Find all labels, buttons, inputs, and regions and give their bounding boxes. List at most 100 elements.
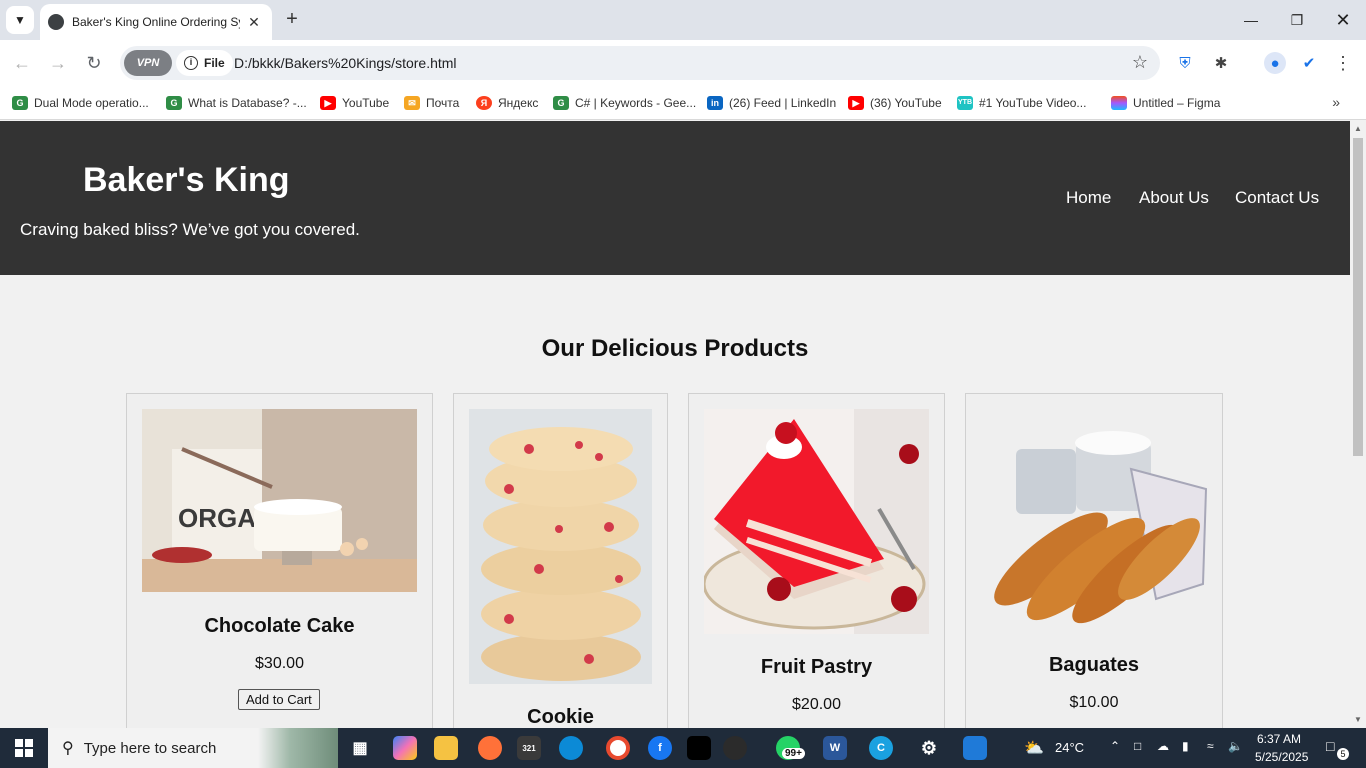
bookmark-item[interactable]: Untitled – Figma: [1111, 93, 1220, 113]
product-card: Fruit Pastry $20.00: [688, 393, 945, 728]
forward-button[interactable]: →: [44, 49, 72, 77]
notification-count: 5: [1337, 748, 1349, 760]
weather-temp[interactable]: 24°C: [1055, 740, 1084, 755]
nav-contact-link[interactable]: Contact Us: [1235, 188, 1319, 208]
site-tagline: Craving baked bliss? We’ve got you cover…: [20, 220, 360, 239]
site-info-chip[interactable]: i File: [176, 50, 233, 76]
taskbar-search-box[interactable]: ⚲ Type here to search: [48, 728, 338, 768]
back-button[interactable]: ←: [8, 49, 36, 77]
bookmark-star-icon[interactable]: ☆: [1132, 52, 1148, 73]
minimize-button[interactable]: —: [1228, 0, 1274, 40]
gfg-icon: G: [166, 96, 182, 110]
url-text[interactable]: D:/bkkk/Bakers%20Kings/store.html: [234, 55, 457, 71]
copilot-icon[interactable]: [393, 736, 417, 760]
site-header: Baker's King Craving baked bliss? We’ve …: [0, 121, 1350, 275]
add-to-cart-button[interactable]: Add to Cart: [238, 689, 320, 710]
cake-photo: ORGA: [142, 409, 417, 592]
yandex-icon: Я: [476, 96, 492, 110]
product-price: $30.00: [255, 655, 304, 672]
tray-chevron-up-icon[interactable]: ⌃: [1110, 739, 1120, 753]
canva-icon[interactable]: C: [869, 736, 893, 760]
bookmarks-bar: G Dual Mode operatio... G What is Databa…: [0, 86, 1366, 120]
info-icon: i: [184, 56, 198, 70]
close-tab-icon[interactable]: ✕: [246, 14, 262, 31]
bookmark-item[interactable]: in (26) Feed | LinkedIn: [707, 93, 836, 113]
clock-date[interactable]: 5/25/2025: [1255, 750, 1308, 764]
bookmark-item[interactable]: YTB #1 YouTube Video...: [957, 93, 1086, 113]
new-tab-button[interactable]: +: [280, 8, 304, 32]
battery-icon[interactable]: ▮: [1182, 739, 1189, 753]
profile-avatar-icon[interactable]: ●: [1264, 52, 1286, 74]
tab-search-button[interactable]: ▼: [6, 6, 34, 34]
product-name: Cookie: [527, 706, 594, 728]
volume-icon[interactable]: 🔈: [1228, 739, 1243, 753]
menu-kebab-icon[interactable]: ⋮: [1332, 52, 1354, 74]
chevron-down-icon: ▼: [14, 13, 26, 27]
address-bar[interactable]: VPN i File D:/bkkk/Bakers%20Kings/store.…: [120, 46, 1160, 80]
meet-now-icon[interactable]: □: [1134, 739, 1141, 753]
facebook-icon[interactable]: f: [648, 736, 672, 760]
chrome-icon[interactable]: [606, 736, 630, 760]
close-window-button[interactable]: ✕: [1320, 0, 1366, 40]
discord-icon[interactable]: [723, 736, 747, 760]
bookmark-item[interactable]: ▶ YouTube: [320, 93, 389, 113]
edge-icon[interactable]: [559, 736, 583, 760]
search-icon: ⚲: [62, 740, 74, 757]
file-explorer-icon[interactable]: [434, 736, 458, 760]
clock-time[interactable]: 6:37 AM: [1257, 732, 1301, 746]
settings-gear-icon[interactable]: ⚙: [917, 736, 941, 760]
product-name: Fruit Pastry: [760, 656, 873, 678]
product-price: $20.00: [792, 696, 841, 713]
active-tab[interactable]: Baker's King Online Ordering Sy ✕: [40, 4, 272, 40]
youtube-icon: ▶: [848, 96, 864, 110]
bookmark-item[interactable]: G C# | Keywords - Gee...: [553, 93, 696, 113]
nav-about-link[interactable]: About Us: [1139, 188, 1209, 208]
wifi-icon[interactable]: ≈: [1207, 739, 1214, 753]
calendar-app-icon[interactable]: 321: [517, 736, 541, 760]
whatsapp-badge: 99+: [782, 748, 805, 759]
shield-extension-icon[interactable]: ✔: [1298, 52, 1320, 74]
reload-button[interactable]: ↻: [80, 49, 108, 77]
more-bookmarks-chevron-icon[interactable]: »: [1332, 94, 1340, 110]
bookmark-label: #1 YouTube Video...: [979, 96, 1087, 110]
bookmark-label: Untitled – Figma: [1133, 96, 1221, 110]
firefox-icon[interactable]: [478, 736, 502, 760]
figma-taskbar-icon[interactable]: [687, 736, 711, 760]
bookmark-label: YouTube: [342, 96, 390, 110]
restore-button[interactable]: ❐: [1274, 0, 1320, 40]
notifications-icon[interactable]: □: [1326, 738, 1334, 754]
bookmark-label: Яндекс: [498, 96, 539, 110]
scroll-down-arrow-icon[interactable]: ▼: [1350, 712, 1366, 728]
product-name: Chocolate Cake: [204, 615, 355, 637]
windows-logo-icon: [15, 739, 33, 757]
start-button[interactable]: [0, 728, 48, 768]
bookmark-item[interactable]: Я Яндекс: [476, 93, 538, 113]
onedrive-icon[interactable]: ☁: [1157, 739, 1169, 753]
bitwarden-extension-icon[interactable]: ⛨: [1174, 52, 1196, 74]
gfg-icon: G: [553, 96, 569, 110]
tab-strip: ▼ Baker's King Online Ordering Sy ✕ + — …: [0, 0, 1366, 40]
products-section-title: Our Delicious Products: [541, 335, 809, 362]
scroll-thumb[interactable]: [1353, 138, 1363, 456]
bookmark-item[interactable]: ▶ (36) YouTube: [848, 93, 942, 113]
pastry-photo: [704, 409, 929, 634]
product-card: Cookie: [453, 393, 668, 728]
task-view-icon[interactable]: ▦: [348, 736, 372, 760]
vpn-badge[interactable]: VPN: [124, 50, 172, 76]
mail-icon: ✉: [404, 96, 420, 110]
vscode-icon[interactable]: [963, 736, 987, 760]
calendar-badge: 321: [522, 743, 536, 753]
weather-icon[interactable]: ⛅: [1024, 738, 1044, 758]
bookmark-item[interactable]: G Dual Mode operatio...: [12, 93, 149, 113]
bookmark-item[interactable]: ✉ Почта: [404, 93, 459, 113]
bookmark-label: Почта: [426, 96, 460, 110]
page-scrollbar[interactable]: ▲ ▼: [1350, 121, 1366, 728]
scroll-up-arrow-icon[interactable]: ▲: [1350, 121, 1366, 137]
bookmark-item[interactable]: G What is Database? -...: [166, 93, 307, 113]
windows-taskbar: ⚲ Type here to search ▦ 321 f 99+ W C ⚙ …: [0, 728, 1366, 768]
bookmark-label: What is Database? -...: [188, 96, 307, 110]
nav-home-link[interactable]: Home: [1066, 188, 1111, 208]
extensions-puzzle-icon[interactable]: ✱: [1210, 52, 1232, 74]
word-icon[interactable]: W: [823, 736, 847, 760]
bookmark-label: Dual Mode operatio...: [34, 96, 149, 110]
